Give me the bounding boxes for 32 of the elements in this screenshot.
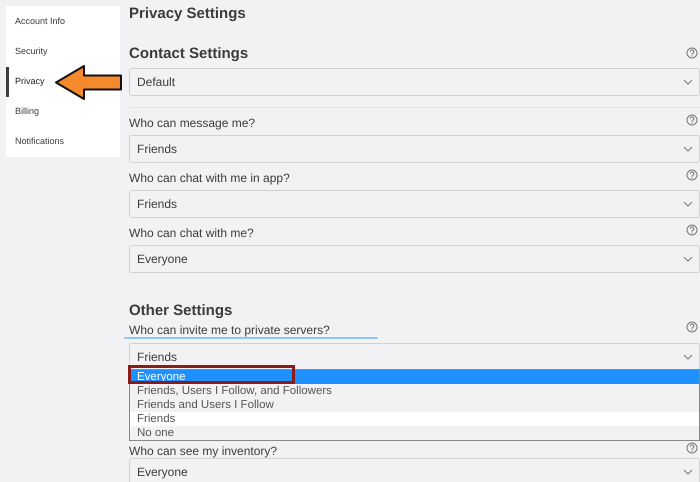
chevron-down-icon (683, 256, 693, 262)
sidebar-item[interactable]: Privacy (6, 67, 47, 97)
dropdown[interactable]: Everyone (129, 458, 700, 482)
help-icon (686, 114, 698, 126)
help-icon (686, 224, 698, 236)
dropdown[interactable]: Friends (129, 135, 700, 163)
sidebar-item[interactable]: Billing (6, 97, 42, 127)
setting-label: Who can message me? (129, 116, 256, 130)
chevron-down-icon (683, 201, 693, 207)
chevron-down-icon (683, 79, 693, 85)
section-title: Contact Settings (129, 45, 248, 63)
sidebar-item[interactable]: Account Info (6, 7, 68, 37)
dropdown-option[interactable]: Friends (130, 412, 699, 426)
help-icon (686, 442, 698, 454)
dropdown[interactable]: Default (129, 68, 700, 96)
setting-label: Who can chat with me in app? (129, 171, 290, 185)
chevron-down-icon (683, 354, 693, 360)
setting-label: Who can invite me to private servers? (129, 323, 330, 337)
chevron-down-icon (683, 146, 693, 152)
setting-label: Who can chat with me? (129, 226, 254, 240)
sidebar-item[interactable]: Security (6, 37, 50, 67)
chevron-down-icon (683, 469, 693, 475)
sidebar-item[interactable]: Notifications (6, 127, 66, 157)
arrow-icon (54, 64, 124, 101)
setting-label: Who can see my inventory? (129, 444, 278, 458)
page-title: Privacy Settings (129, 4, 247, 24)
dropdown[interactable]: Everyone (129, 245, 700, 273)
dropdown[interactable]: Friends (129, 343, 700, 371)
section-title: Other Settings (129, 302, 232, 320)
help-icon (686, 169, 698, 181)
dropdown[interactable]: Friends (129, 190, 700, 218)
help-icon (686, 321, 698, 333)
